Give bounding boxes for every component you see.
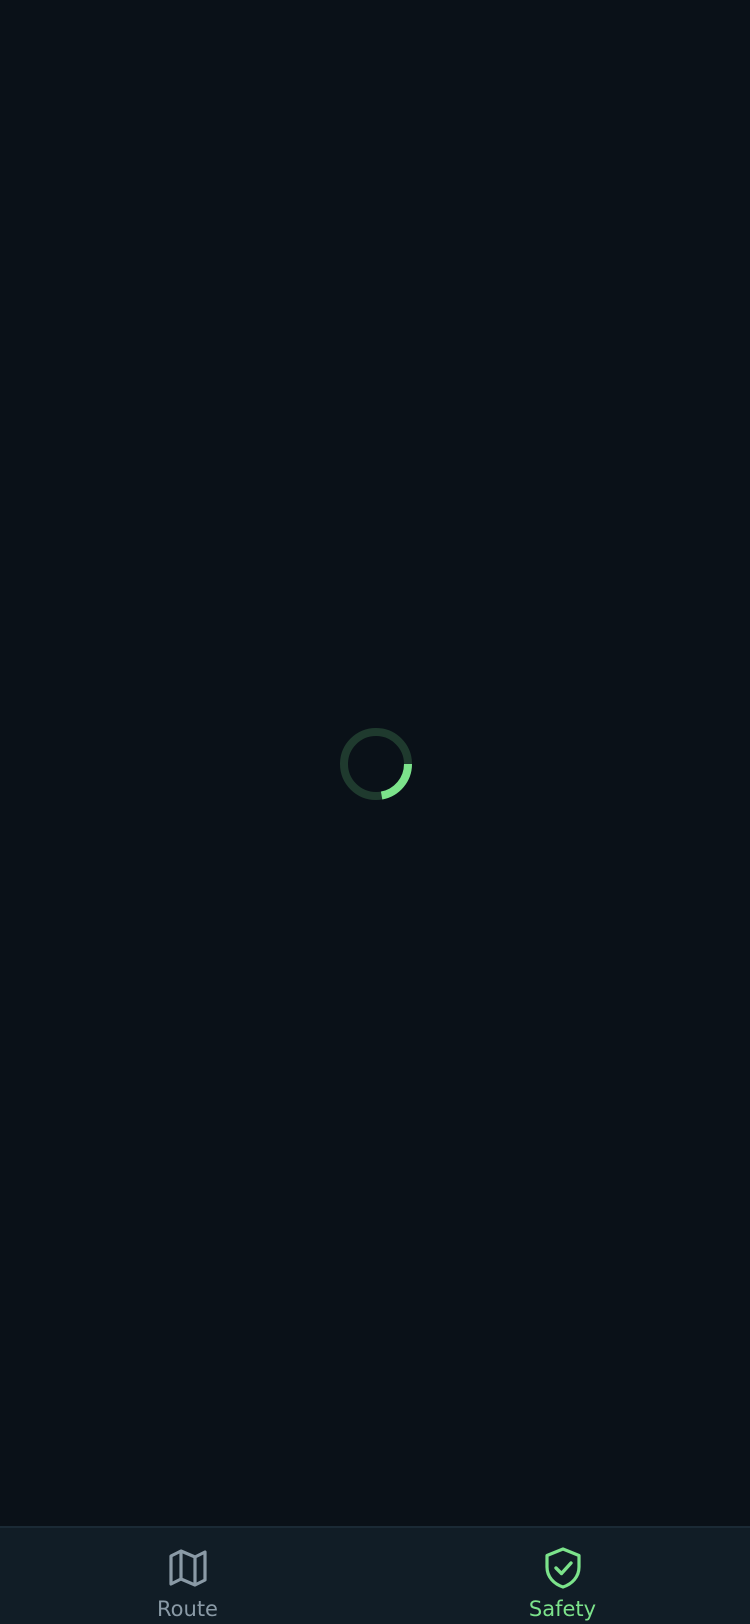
tab-safety-label: Safety	[528, 1597, 597, 1621]
tab-route[interactable]: Route	[0, 1528, 375, 1624]
tab-route-label: Route	[157, 1597, 218, 1621]
app-screen: Route Safety	[0, 0, 750, 1624]
tab-safety[interactable]: Safety	[375, 1528, 750, 1624]
shield-check-icon	[544, 1547, 581, 1589]
bottom-tab-bar: Route Safety	[0, 1526, 750, 1624]
main-content	[0, 0, 750, 1526]
loading-spinner-icon	[340, 728, 412, 800]
map-icon	[168, 1549, 207, 1587]
